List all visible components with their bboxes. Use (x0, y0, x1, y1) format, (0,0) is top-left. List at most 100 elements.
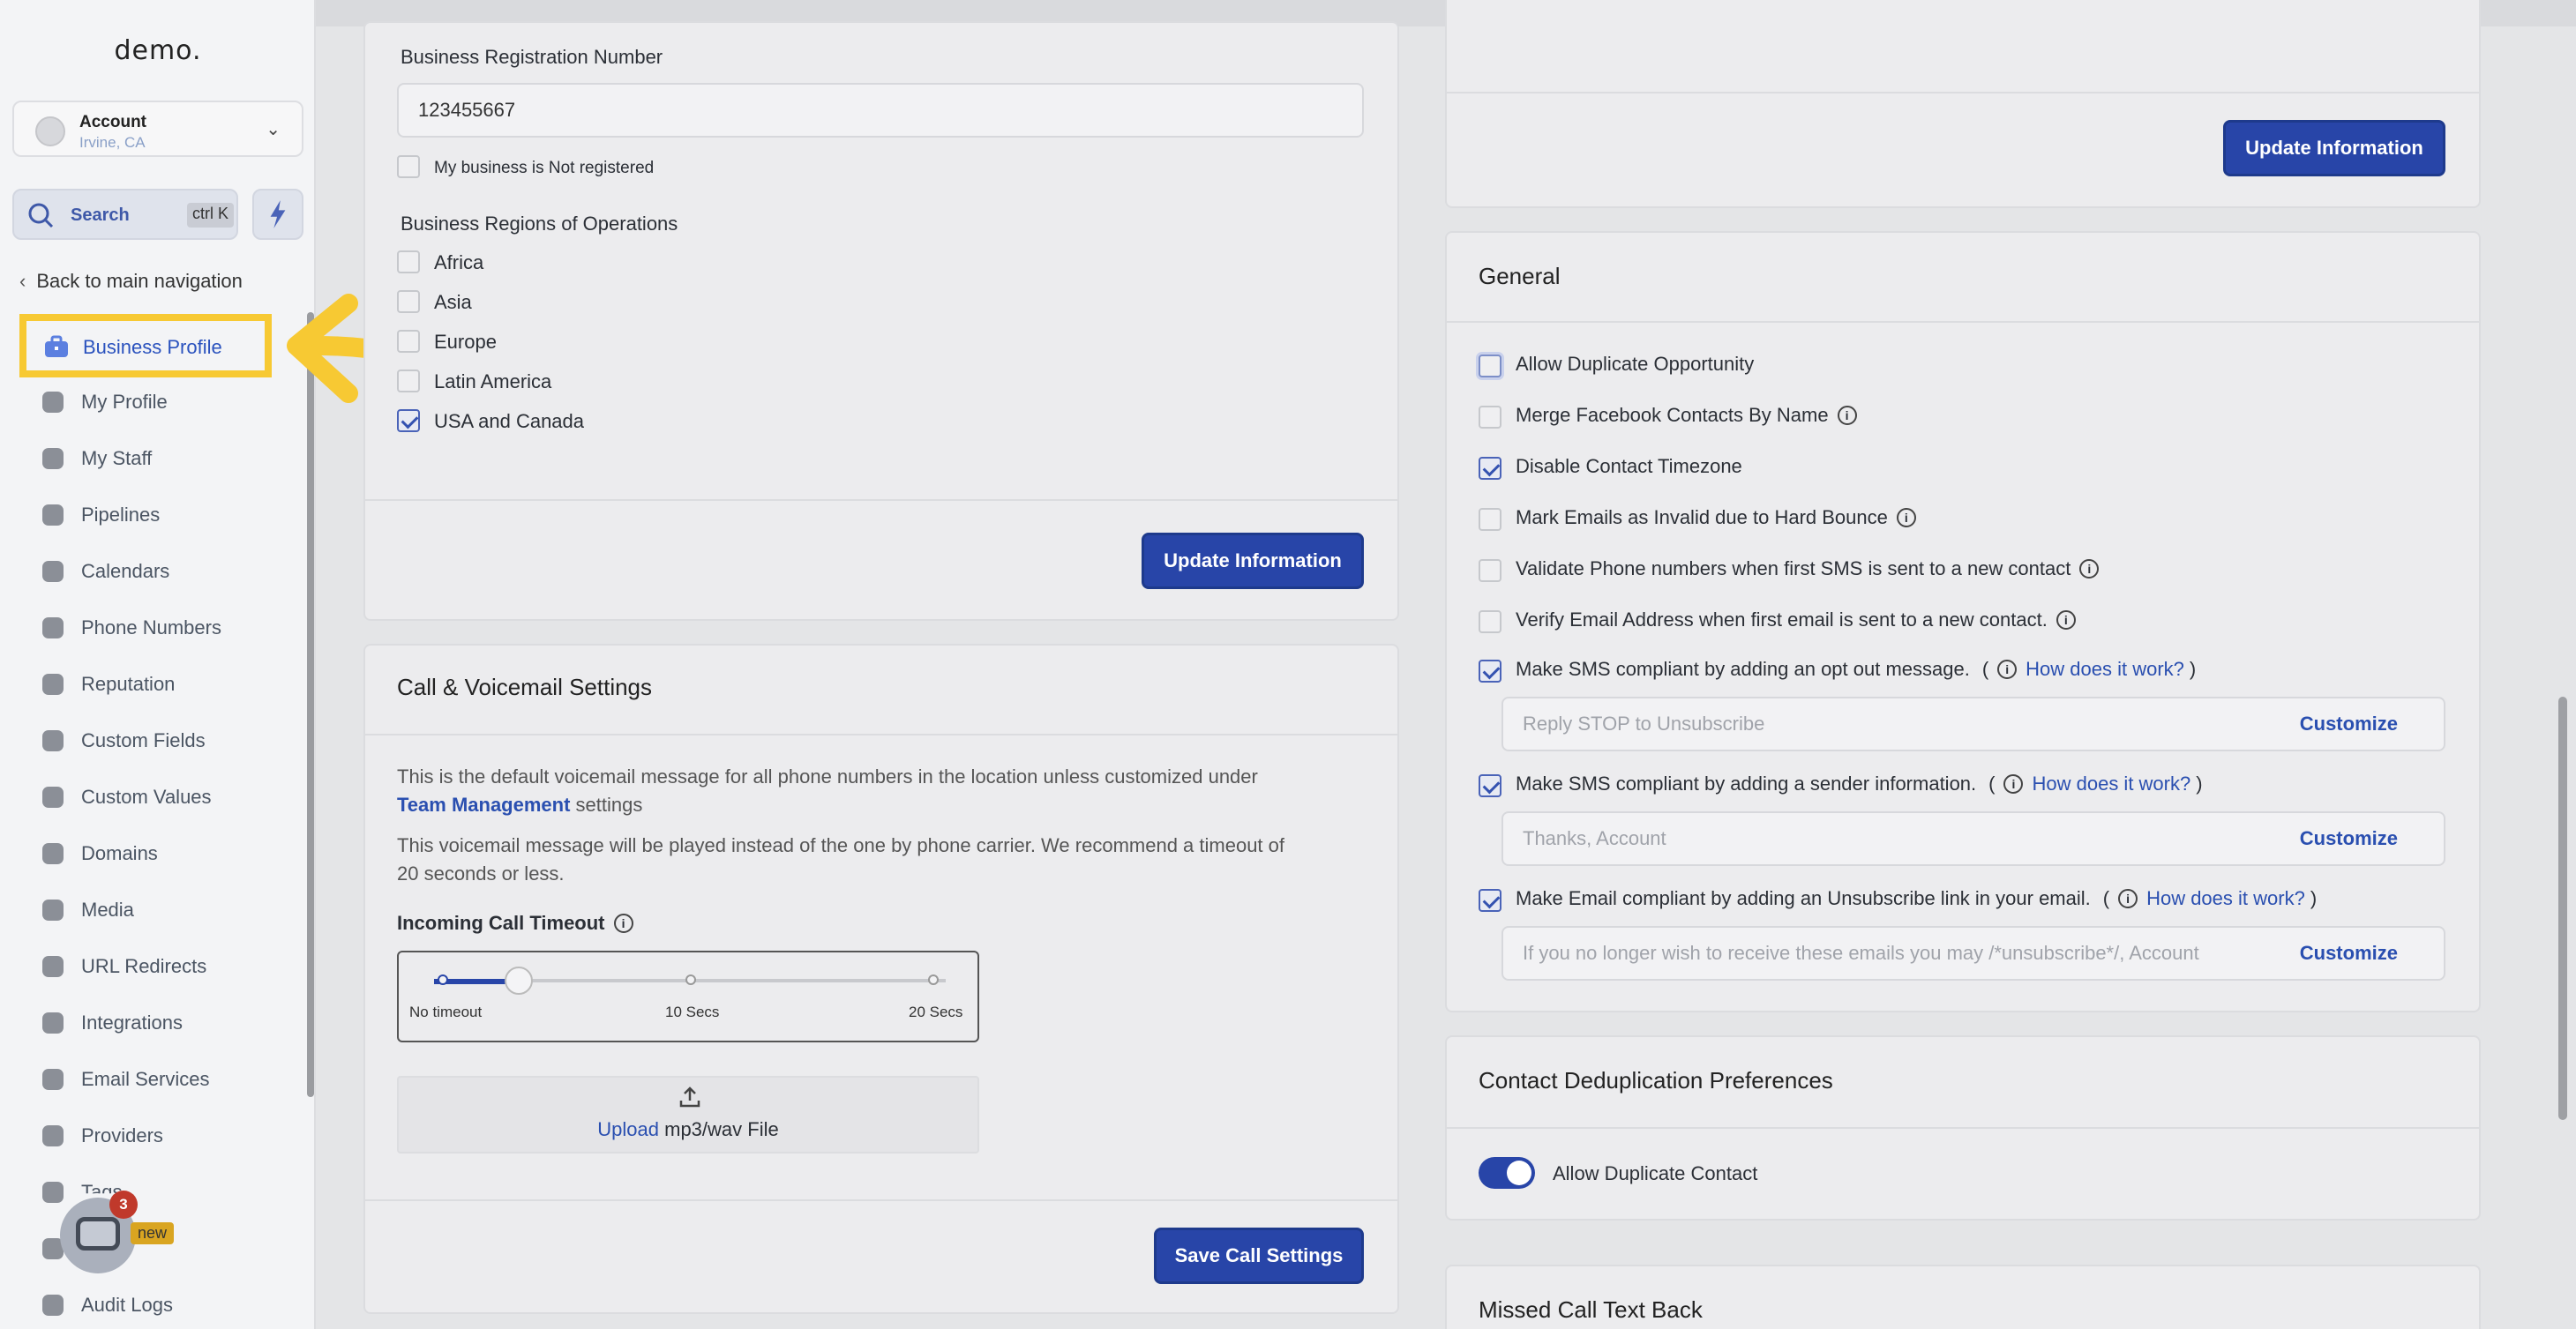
slider-stop (685, 974, 696, 985)
team-management-link[interactable]: Team Management (397, 794, 570, 816)
region-checkbox[interactable] (397, 330, 420, 353)
tick-label: 10 Secs (665, 1004, 720, 1020)
compliance-option: Make Email compliant by adding an Unsubs… (1516, 887, 2317, 910)
region-label: Asia (434, 291, 472, 313)
slider-stop (438, 974, 448, 985)
region-checkbox[interactable] (397, 250, 420, 273)
sidebar-item-label: Providers (81, 1124, 163, 1146)
general-option-checkbox[interactable] (1479, 355, 1501, 377)
search-label: Search (71, 205, 130, 225)
compliance-text-input[interactable]: If you no longer wish to receive these e… (1501, 926, 2445, 981)
info-icon[interactable]: i (2079, 559, 2100, 579)
sidebar-item-business-profile[interactable]: Business Profile (19, 314, 272, 377)
general-option-checkbox[interactable] (1479, 559, 1501, 582)
fields-icon (39, 727, 67, 755)
sidebar-item-integrations[interactable]: Integrations (39, 1005, 286, 1041)
sidebar-item-audit-logs[interactable]: Audit Logs (39, 1288, 286, 1323)
compliance-label: Make Email compliant by adding an Unsubs… (1516, 887, 2091, 909)
region-checkbox[interactable] (397, 290, 420, 313)
sidebar-item-domains[interactable]: Domains (39, 836, 286, 871)
reg-number-input[interactable]: 123455667 (397, 83, 1364, 138)
how-does-it-work-link[interactable]: How does it work? (2032, 773, 2190, 795)
calendar-icon (39, 557, 67, 586)
upload-dropzone[interactable]: Upload mp3/wav File (397, 1076, 979, 1154)
info-icon[interactable]: i (1997, 660, 2018, 679)
sidebar-item-label: Pipelines (81, 504, 161, 526)
regions-label: Business Regions of Operations (401, 213, 678, 235)
compliance-option: Make SMS compliant by adding an opt out … (1516, 658, 2196, 681)
sidebar-item-email-services[interactable]: Email Services (39, 1062, 286, 1097)
search-button[interactable]: Search ctrl K (12, 189, 238, 240)
not-registered-checkbox[interactable] (397, 155, 420, 178)
missed-call-title: Missed Call Text Back (1479, 1296, 1703, 1323)
how-does-it-work-link[interactable]: How does it work? (2146, 887, 2305, 910)
sidebar-item-providers[interactable]: Providers (39, 1118, 286, 1154)
compliance-text-input[interactable]: Thanks, Account Customize (1501, 811, 2445, 866)
timeout-slider[interactable]: No timeout 10 Secs 20 Secs (397, 951, 979, 1042)
sidebar-item-reputation[interactable]: Reputation (39, 667, 286, 702)
sidebar-item-pipelines[interactable]: Pipelines (39, 497, 286, 533)
sidebar-item-phone-numbers[interactable]: Phone Numbers (39, 610, 286, 646)
compliance-checkbox[interactable] (1479, 660, 1501, 683)
region-checkbox[interactable] (397, 370, 420, 392)
account-name: Account (79, 113, 146, 131)
sidebar-item-label: Custom Values (81, 786, 212, 808)
paren-open: ( (1988, 773, 1996, 795)
general-option: Validate Phone numbers when first SMS is… (1516, 557, 2100, 580)
info-card (1445, 0, 2481, 208)
account-switcher[interactable]: Account Irvine, CA ⌄ (12, 101, 303, 157)
general-option-checkbox[interactable] (1479, 610, 1501, 633)
update-information-button[interactable]: Update Information (1142, 533, 1364, 589)
general-option: Verify Email Address when first email is… (1516, 609, 2076, 631)
general-option-label: Merge Facebook Contacts By Name (1516, 404, 1829, 426)
save-call-settings-button[interactable]: Save Call Settings (1154, 1228, 1364, 1284)
region-label: Latin America (434, 370, 552, 392)
update-information-button[interactable]: Update Information (2223, 120, 2445, 176)
quick-actions-button[interactable] (252, 189, 303, 240)
upload-link[interactable]: Upload (597, 1118, 659, 1140)
sidebar-item-custom-values[interactable]: Custom Values (39, 780, 286, 815)
voicemail-desc-1: This is the default voicemail message fo… (397, 765, 1258, 788)
sidebar-item-url-redirects[interactable]: URL Redirects (39, 949, 286, 984)
paren-open: ( (1981, 658, 1989, 680)
star-icon (39, 670, 67, 698)
compliance-text-input[interactable]: Reply STOP to Unsubscribe Customize (1501, 697, 2445, 751)
allow-duplicate-contact-toggle[interactable] (1479, 1157, 1535, 1189)
back-to-main-nav[interactable]: ‹ Back to main navigation (19, 270, 243, 293)
info-icon[interactable]: i (613, 914, 633, 933)
sidebar-item-my-staff[interactable]: My Staff (39, 441, 286, 476)
region-checkbox[interactable] (397, 409, 420, 432)
sidebar-item-my-profile[interactable]: My Profile (39, 385, 286, 420)
voicemail-desc-2b: 20 seconds or less. (397, 862, 565, 885)
card-divider (1447, 92, 2479, 93)
info-icon[interactable]: i (2118, 889, 2138, 908)
customize-button[interactable]: Customize (2294, 827, 2398, 850)
slider-thumb[interactable] (505, 967, 533, 995)
customize-button[interactable]: Customize (2294, 713, 2398, 735)
sidebar-item-calendars[interactable]: Calendars (39, 554, 286, 589)
compliance-checkbox[interactable] (1479, 774, 1501, 797)
sidebar-item-custom-fields[interactable]: Custom Fields (39, 723, 286, 758)
info-icon[interactable]: i (1896, 508, 1916, 527)
how-does-it-work-link[interactable]: How does it work? (2026, 658, 2184, 681)
chat-widget-button[interactable]: 3 (60, 1191, 138, 1273)
info-icon[interactable]: i (2003, 774, 2024, 794)
main-scrollbar[interactable] (2558, 697, 2567, 1120)
info-icon[interactable]: i (2056, 610, 2076, 630)
general-option-checkbox[interactable] (1479, 508, 1501, 531)
account-location: Irvine, CA (79, 134, 146, 151)
sidebar-item-label: Phone Numbers (81, 616, 221, 638)
customize-button[interactable]: Customize (2294, 942, 2398, 965)
general-option: Merge Facebook Contacts By Name i (1516, 404, 1857, 427)
general-option-checkbox[interactable] (1479, 406, 1501, 429)
compliance-checkbox[interactable] (1479, 889, 1501, 912)
not-registered-label: My business is Not registered (434, 159, 655, 177)
region-label: Africa (434, 251, 484, 273)
info-icon[interactable]: i (1837, 406, 1857, 425)
sidebar-item-media[interactable]: Media (39, 892, 286, 928)
upload-file-text: mp3/wav File (664, 1118, 779, 1140)
general-option-checkbox[interactable] (1479, 457, 1501, 480)
sidebar-item-label: URL Redirects (81, 955, 207, 977)
general-option-label: Validate Phone numbers when first SMS is… (1516, 557, 2071, 579)
app-logo: demo. (114, 35, 202, 66)
